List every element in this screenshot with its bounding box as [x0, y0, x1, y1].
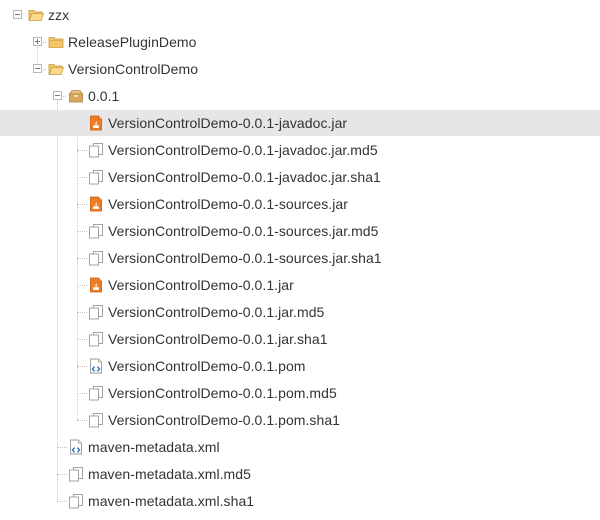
checksum-file-icon	[88, 412, 104, 428]
tree-node-label: VersionControlDemo-0.0.1-javadoc.jar	[108, 115, 348, 131]
tree-node-file[interactable]: VersionControlDemo-0.0.1-sources.jar	[0, 191, 600, 217]
tree-node-file[interactable]: maven-metadata.xml	[0, 434, 600, 460]
checksum-file-icon	[68, 493, 84, 509]
tree-node-label: VersionControlDemo-0.0.1-sources.jar.sha…	[108, 250, 382, 266]
tree-node-file[interactable]: VersionControlDemo-0.0.1.jar.md5	[0, 299, 600, 325]
tree-node-file[interactable]: VersionControlDemo-0.0.1.jar.sha1	[0, 326, 600, 352]
tree-node-file[interactable]: VersionControlDemo-0.0.1.pom.md5	[0, 380, 600, 406]
checksum-file-icon	[88, 304, 104, 320]
tree-node-file[interactable]: VersionControlDemo-0.0.1-javadoc.jar.md5	[0, 137, 600, 163]
package-icon	[68, 88, 84, 104]
tree-node-label: VersionControlDemo-0.0.1.jar.md5	[108, 304, 325, 320]
tree-node-file[interactable]: VersionControlDemo-0.0.1-sources.jar.sha…	[0, 245, 600, 271]
jar-file-icon	[88, 115, 104, 131]
xml-file-icon	[88, 358, 104, 374]
checksum-file-icon	[88, 142, 104, 158]
tree-node-label: VersionControlDemo-0.0.1.jar.sha1	[108, 331, 328, 347]
tree-node-label: VersionControlDemo-0.0.1.pom.sha1	[108, 412, 340, 428]
jar-file-icon	[88, 196, 104, 212]
collapse-toggle-icon[interactable]	[13, 10, 22, 19]
jar-file-icon	[88, 277, 104, 293]
tree-node-label: VersionControlDemo-0.0.1-sources.jar	[108, 196, 348, 212]
tree-node-zzx[interactable]: zzx	[0, 2, 600, 28]
tree-node-label: ReleasePluginDemo	[68, 34, 197, 50]
xml-file-icon	[68, 439, 84, 455]
collapse-toggle-icon[interactable]	[53, 91, 62, 100]
tree-node-label: VersionControlDemo-0.0.1-sources.jar.md5	[108, 223, 379, 239]
tree-node-label: VersionControlDemo-0.0.1.jar	[108, 277, 294, 293]
tree-node-label: VersionControlDemo	[68, 61, 199, 77]
checksum-file-icon	[88, 385, 104, 401]
tree-node-label: maven-metadata.xml	[88, 439, 220, 455]
folder-open-icon	[28, 7, 44, 23]
tree-node-file[interactable]: VersionControlDemo-0.0.1-javadoc.jar	[0, 110, 600, 136]
tree-node-file[interactable]: maven-metadata.xml.sha1	[0, 488, 600, 514]
checksum-file-icon	[88, 169, 104, 185]
collapse-toggle-icon[interactable]	[33, 64, 42, 73]
tree-node-label: VersionControlDemo-0.0.1.pom.md5	[108, 385, 337, 401]
tree-node-label: maven-metadata.xml.sha1	[88, 493, 255, 509]
checksum-file-icon	[88, 250, 104, 266]
tree-node-file[interactable]: VersionControlDemo-0.0.1.jar	[0, 272, 600, 298]
tree-node-file[interactable]: VersionControlDemo-0.0.1.pom	[0, 353, 600, 379]
tree-node-label: VersionControlDemo-0.0.1-javadoc.jar.md5	[108, 142, 378, 158]
tree-node-version-control-demo[interactable]: VersionControlDemo	[0, 56, 600, 82]
checksum-file-icon	[88, 331, 104, 347]
tree-node-label: maven-metadata.xml.md5	[88, 466, 251, 482]
folder-open-icon	[48, 61, 64, 77]
tree-node-label: VersionControlDemo-0.0.1.pom	[108, 358, 306, 374]
tree-node-label: VersionControlDemo-0.0.1-javadoc.jar.sha…	[108, 169, 381, 185]
checksum-file-icon	[88, 223, 104, 239]
tree-node-label: 0.0.1	[88, 88, 120, 104]
tree-node-file[interactable]: VersionControlDemo-0.0.1-sources.jar.md5	[0, 218, 600, 244]
expand-toggle-icon[interactable]	[33, 37, 42, 46]
folder-icon	[48, 34, 64, 50]
tree-node-version-0-0-1[interactable]: 0.0.1	[0, 83, 600, 109]
repository-tree: zzx ReleasePluginDemo VersionControlDemo…	[0, 0, 600, 520]
tree-node-file[interactable]: maven-metadata.xml.md5	[0, 461, 600, 487]
checksum-file-icon	[68, 466, 84, 482]
tree-node-file[interactable]: VersionControlDemo-0.0.1.pom.sha1	[0, 407, 600, 433]
tree-node-label: zzx	[48, 7, 70, 23]
tree-node-release-plugin-demo[interactable]: ReleasePluginDemo	[0, 29, 600, 55]
tree-node-file[interactable]: VersionControlDemo-0.0.1-javadoc.jar.sha…	[0, 164, 600, 190]
